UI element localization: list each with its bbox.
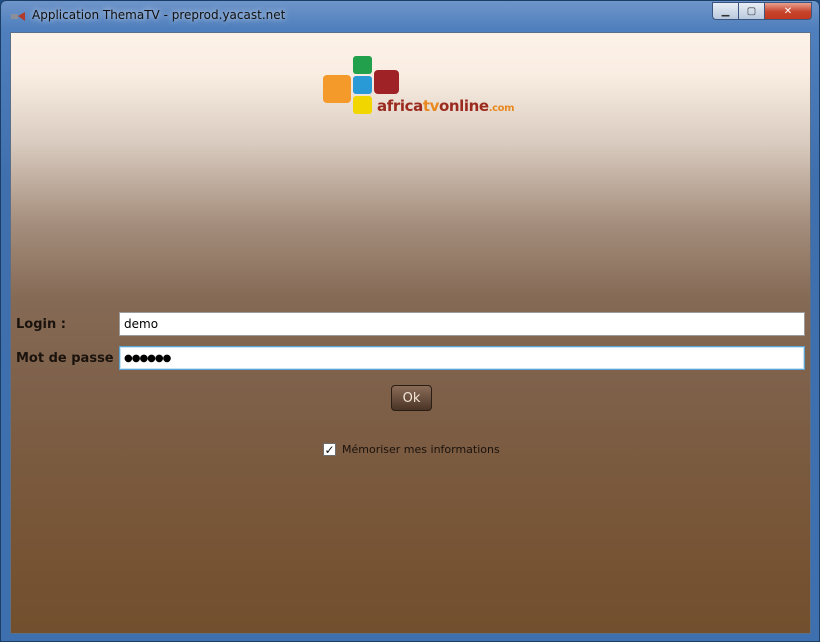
minimize-icon: ▁ [721, 5, 730, 17]
maximize-button[interactable]: ▢ [739, 2, 765, 20]
logo-tile-yellow [353, 96, 372, 114]
close-button[interactable]: ✕ [765, 2, 812, 20]
africatvonline-logo: africatvonline.com [323, 55, 515, 119]
ok-button[interactable]: Ok [391, 385, 432, 411]
login-label: Login : [16, 317, 66, 332]
password-label: Mot de passe : [16, 351, 124, 366]
remember-label[interactable]: Mémoriser mes informations [342, 443, 500, 456]
password-input[interactable]: ●●●●●● [119, 346, 805, 370]
logo-text-africa: africa [377, 97, 423, 115]
minimize-button[interactable]: ▁ [712, 2, 739, 20]
logo-tile-red [374, 70, 399, 94]
logo-tile-blue [353, 76, 372, 94]
login-panel: africatvonline.com Login : Mot de passe … [10, 32, 811, 634]
logo-tile-orange [323, 75, 351, 103]
window-title: Application ThemaTV - preprod.yacast.net [32, 8, 286, 22]
checkmark-icon: ✓ [324, 442, 335, 457]
logo-text-com: .com [488, 103, 515, 114]
application-window: Application ThemaTV - preprod.yacast.net… [0, 0, 820, 642]
close-icon: ✕ [783, 5, 793, 17]
title-bar[interactable]: Application ThemaTV - preprod.yacast.net… [1, 1, 819, 31]
logo-text-online: online [438, 97, 489, 115]
logo-text-tv: tv [422, 97, 440, 115]
login-input[interactable] [119, 312, 805, 336]
app-icon [11, 12, 25, 21]
logo-wordmark: africatvonline.com [377, 97, 515, 115]
caption-buttons: ▁ ▢ ✕ [712, 2, 812, 20]
remember-checkbox[interactable]: ✓ [323, 443, 336, 456]
maximize-icon: ▢ [746, 5, 757, 17]
logo-tile-green [353, 56, 372, 74]
remember-row[interactable]: ✓ Mémoriser mes informations [323, 443, 500, 456]
